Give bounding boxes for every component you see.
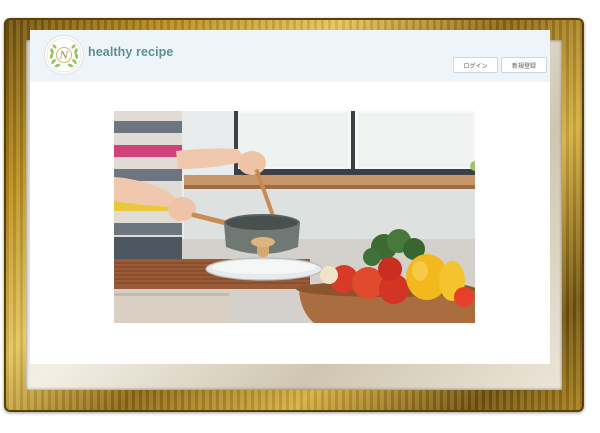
leaf-wreath-icon: N <box>46 37 82 73</box>
site-brand-name[interactable]: healthy recipe <box>88 45 173 59</box>
site-header: N healthy recipe ログイン 新規登録 <box>30 30 550 82</box>
website-screenshot: N healthy recipe ログイン 新規登録 <box>30 30 550 364</box>
login-button[interactable]: ログイン <box>453 57 498 73</box>
site-logo[interactable]: N <box>45 36 83 74</box>
hero-image <box>114 111 480 323</box>
cooking-photo <box>114 111 480 323</box>
svg-text:N: N <box>59 51 70 62</box>
register-button[interactable]: 新規登録 <box>501 57 547 73</box>
